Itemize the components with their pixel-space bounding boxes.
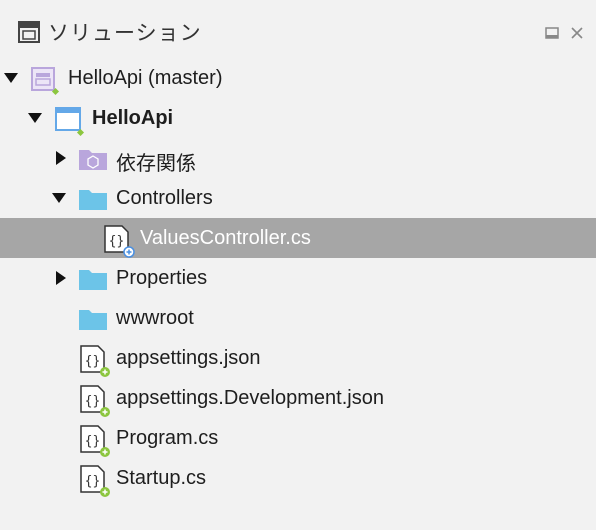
code-file-icon: {} [104, 225, 135, 258]
code-file-icon: {} [80, 345, 110, 377]
code-file-icon: {} [80, 425, 110, 457]
tree-item-properties[interactable]: Properties [0, 258, 596, 298]
tree-item-label: Startup.cs [116, 467, 207, 489]
tree-item-dependencies[interactable]: 依存関係 [0, 138, 596, 178]
maximize-icon[interactable] [544, 25, 560, 41]
tree-item-controllers[interactable]: Controllers [0, 178, 596, 218]
tree-item-appsettings-development[interactable]: {} appsettings.Development.json [0, 378, 596, 418]
project-label: HelloApi [92, 107, 174, 129]
folder-icon [79, 190, 107, 210]
tree-item-label: wwwroot [116, 307, 194, 329]
solution-pad-icon [18, 21, 40, 43]
code-file-icon: {} [80, 385, 110, 417]
tree-item-appsettings[interactable]: {} appsettings.json [0, 338, 596, 378]
svg-text:{}: {} [85, 434, 101, 449]
tree-item-label: Controllers [116, 187, 213, 209]
folder-icon [79, 310, 107, 330]
pad-header: ソリューション [0, 0, 596, 62]
chevron-down-icon[interactable] [4, 71, 18, 85]
chevron-down-icon[interactable] [28, 111, 42, 125]
tree-item-program[interactable]: {} Program.cs [0, 418, 596, 458]
tree-item-label: appsettings.Development.json [116, 387, 384, 409]
tree-item-wwwroot[interactable]: wwwroot [0, 298, 596, 338]
tree-item-label: Program.cs [116, 427, 219, 449]
svg-text:{}: {} [109, 234, 125, 249]
svg-text:{}: {} [85, 474, 101, 489]
svg-text:{}: {} [85, 354, 101, 369]
pad-title: ソリューション [48, 21, 202, 45]
close-icon[interactable] [569, 25, 585, 41]
tree-row-solution[interactable]: HelloApi (master) [0, 58, 596, 98]
project-icon [55, 107, 85, 136]
tree-row-project[interactable]: HelloApi [0, 98, 596, 138]
folder-icon [79, 270, 107, 290]
svg-text:{}: {} [85, 394, 101, 409]
solution-icon [31, 67, 60, 96]
chevron-right-icon[interactable] [54, 151, 68, 165]
tree-item-values-controller[interactable]: {} ValuesController.cs [0, 218, 596, 258]
chevron-down-icon[interactable] [52, 191, 66, 205]
tree-item-label: appsettings.json [116, 347, 261, 369]
solution-label: HelloApi (master) [68, 67, 223, 89]
code-file-icon: {} [80, 465, 110, 497]
chevron-right-icon[interactable] [54, 271, 68, 285]
tree-item-label: ValuesController.cs [140, 227, 311, 249]
dependencies-folder-icon [79, 150, 107, 170]
tree-item-startup[interactable]: {} Startup.cs [0, 458, 596, 498]
tree-item-label: Properties [116, 267, 208, 289]
tree-item-label: 依存関係 [116, 151, 196, 175]
